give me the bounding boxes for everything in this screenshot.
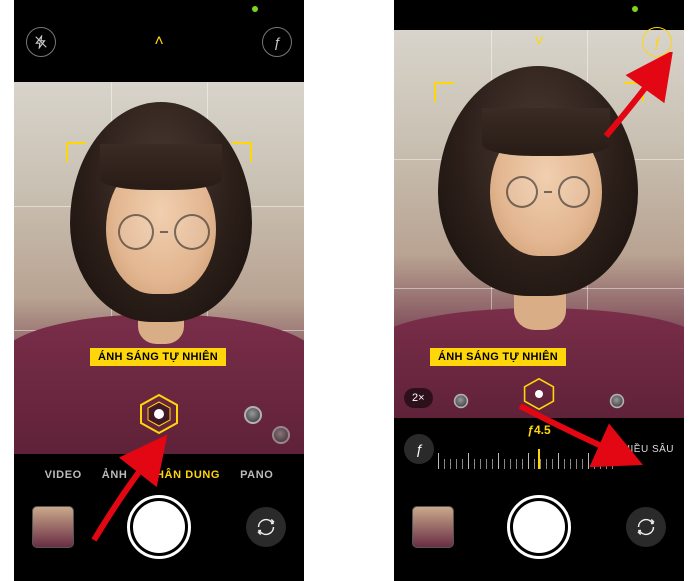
depth-f-button[interactable]: ƒ xyxy=(404,434,434,464)
flash-off-icon xyxy=(34,35,48,49)
last-photo-thumbnail[interactable] xyxy=(32,506,74,548)
f-depth-icon: ƒ xyxy=(415,441,423,457)
aperture-value: ƒ4.5 xyxy=(527,423,550,437)
flash-toggle-button[interactable] xyxy=(26,27,56,57)
depth-control-button[interactable]: ƒ xyxy=(642,27,672,57)
last-photo-thumbnail[interactable] xyxy=(412,506,454,548)
lighting-option-dot[interactable] xyxy=(272,426,290,444)
aperture-slider-indicator xyxy=(538,449,540,469)
camera-viewfinder[interactable]: ÁNH SÁNG TỰ NHIÊN 2× xyxy=(394,30,684,418)
mode-pano[interactable]: PANO xyxy=(240,469,273,481)
phone-screenshot-right: ˅ ƒ ÁNH SÁNG TỰ NHIÊN 2× xyxy=(394,0,684,581)
mode-portrait[interactable]: CHÂN DUNG xyxy=(147,469,220,481)
depth-control-bar: ƒ ƒ4.5 CHIỀU SÂU xyxy=(394,421,684,477)
phone-screenshot-left: ˄ ƒ ÁNH SÁNG TỰ NHI xyxy=(14,0,304,581)
recording-indicator-dot xyxy=(252,6,258,12)
lighting-mode-badge: ÁNH SÁNG TỰ NHIÊN xyxy=(90,348,226,366)
switch-camera-icon xyxy=(257,518,275,536)
options-chevron[interactable]: ˅ xyxy=(524,27,554,57)
switch-camera-icon xyxy=(637,518,655,536)
camera-mode-row: VIDEO ẢNH CHÂN DUNG PANO xyxy=(14,469,304,481)
options-chevron[interactable]: ˄ xyxy=(144,27,174,57)
mode-video[interactable]: VIDEO xyxy=(45,469,82,481)
lighting-effect-picker[interactable] xyxy=(521,376,556,411)
aperture-slider[interactable] xyxy=(438,447,626,469)
f-depth-icon: ƒ xyxy=(273,34,281,50)
shutter-button[interactable] xyxy=(507,495,571,559)
zoom-level-pill[interactable]: 2× xyxy=(404,388,433,408)
lighting-option-dot[interactable] xyxy=(454,394,468,408)
lighting-option-dot[interactable] xyxy=(610,394,624,408)
depth-control-button[interactable]: ƒ xyxy=(262,27,292,57)
recording-indicator-dot xyxy=(632,6,638,12)
switch-camera-button[interactable] xyxy=(246,507,286,547)
mode-photo[interactable]: ẢNH xyxy=(102,469,128,481)
shutter-button[interactable] xyxy=(127,495,191,559)
f-depth-icon: ƒ xyxy=(653,34,661,50)
lighting-effect-picker[interactable] xyxy=(137,392,181,436)
lighting-option-dot[interactable] xyxy=(244,406,262,424)
camera-viewfinder[interactable]: ÁNH SÁNG TỰ NHIÊN xyxy=(14,82,304,454)
lighting-mode-badge: ÁNH SÁNG TỰ NHIÊN xyxy=(430,348,566,366)
switch-camera-button[interactable] xyxy=(626,507,666,547)
